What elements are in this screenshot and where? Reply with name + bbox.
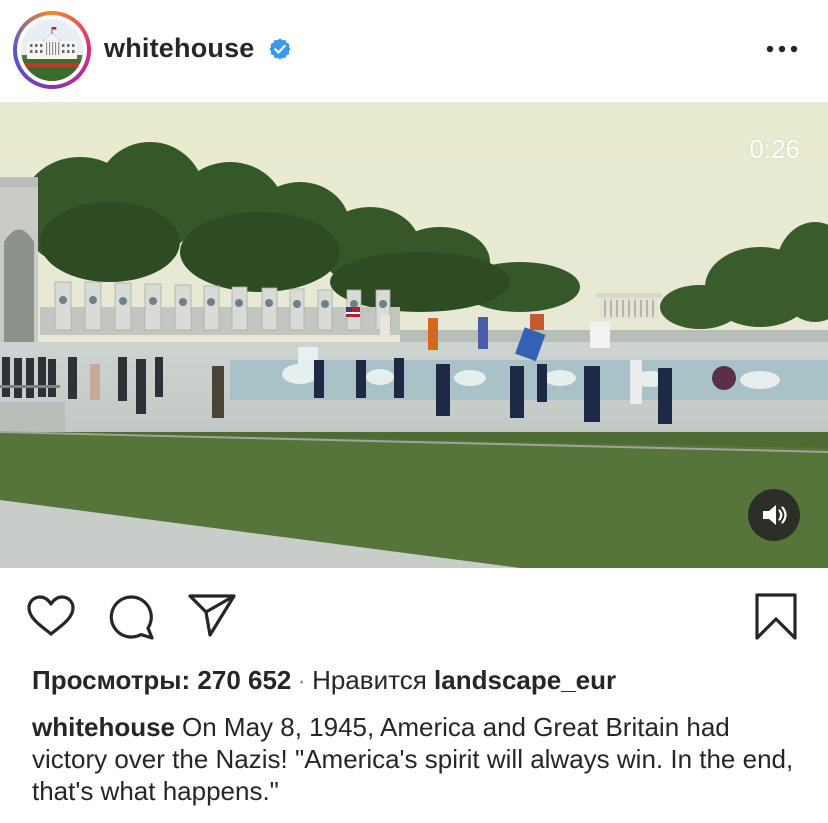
avatar[interactable]: [13, 11, 91, 89]
memorial-ceremony-scene: [0, 102, 828, 568]
comment-bubble-icon[interactable]: [108, 594, 156, 645]
post-caption: whitehouse On May 8, 1945, America and Gr…: [32, 711, 802, 807]
views-and-likes: Просмотры: 270 652 · Нравится landscape_eu…: [32, 665, 616, 696]
liked-by-label: Нравится: [312, 665, 427, 695]
liked-by-user-link[interactable]: landscape_eur: [434, 665, 616, 695]
speaker-volume-icon[interactable]: [748, 489, 800, 541]
video-duration: 0:26: [749, 134, 800, 164]
lincoln-memorial: [596, 293, 662, 319]
post-username[interactable]: whitehouse: [104, 33, 255, 64]
bookmark-icon[interactable]: [754, 592, 798, 647]
white-house-avatar-image: [21, 19, 83, 81]
separator-dot: ·: [297, 665, 307, 695]
view-count: Просмотры: 270 652: [32, 665, 292, 695]
verified-badge-icon: [268, 37, 292, 61]
memorial-arch: [0, 177, 38, 342]
post-header: whitehouse: [0, 0, 828, 102]
caption-username-link[interactable]: whitehouse: [32, 712, 175, 742]
paper-plane-icon[interactable]: [187, 592, 237, 643]
heart-icon[interactable]: [26, 594, 76, 643]
more-options-icon[interactable]: [762, 36, 802, 62]
action-bar: [0, 568, 828, 664]
post-video[interactable]: 0:26: [0, 102, 828, 568]
